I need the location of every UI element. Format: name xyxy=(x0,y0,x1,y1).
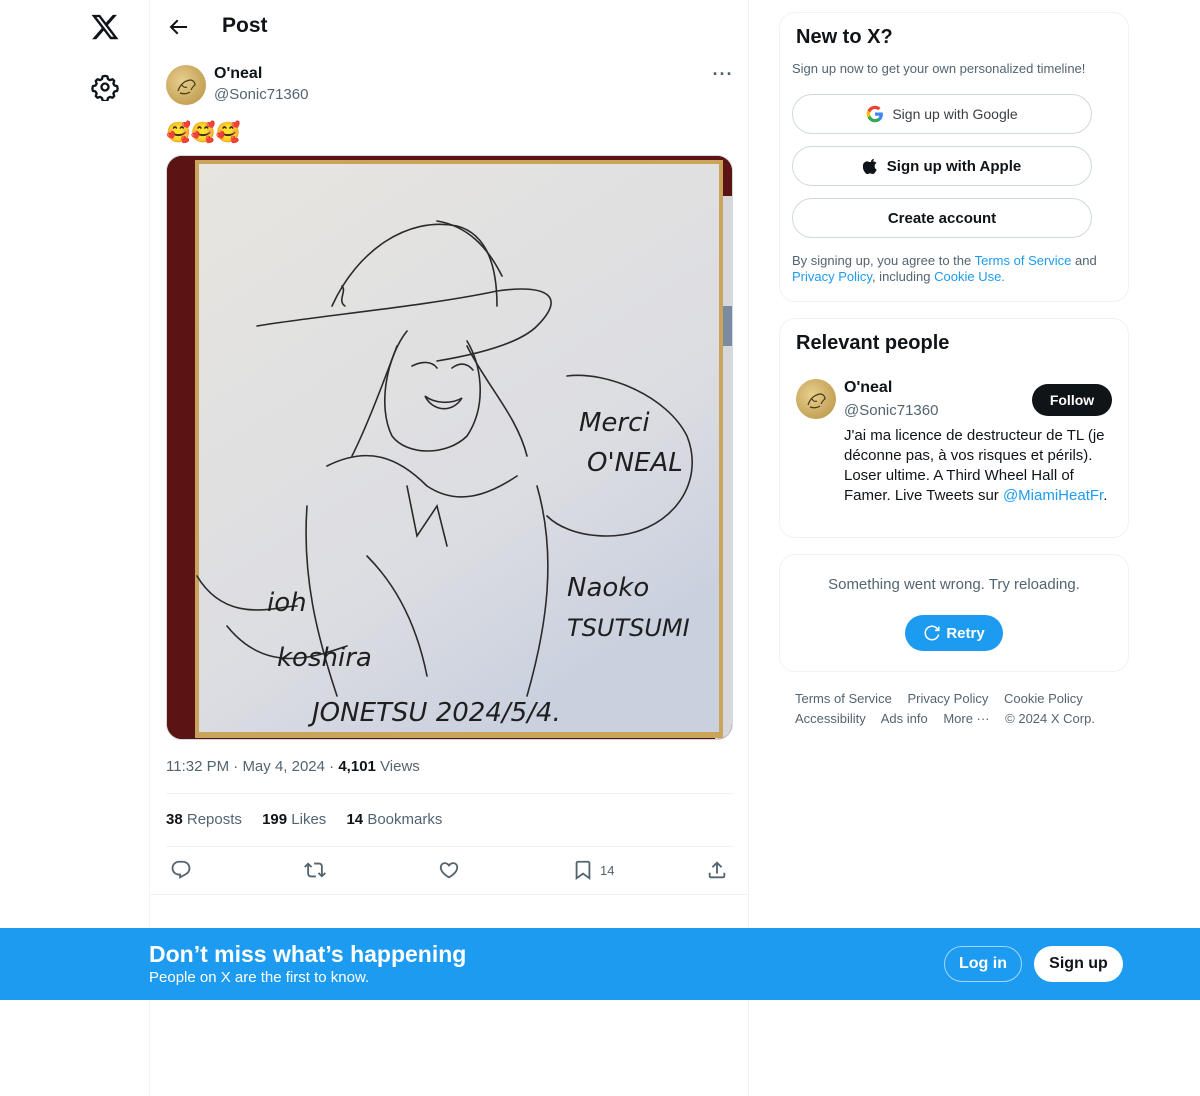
reposts-count: 38 xyxy=(166,811,183,828)
banner-title: Don’t miss what’s happening xyxy=(149,941,467,967)
repost-button[interactable] xyxy=(304,858,326,882)
divider xyxy=(150,894,749,895)
bookmark-action-count: 14 xyxy=(600,862,615,878)
signup-legal-text: By signing up, you agree to the Terms of… xyxy=(792,253,1118,285)
google-logo-icon xyxy=(867,105,884,123)
post-time[interactable]: 11:32 PM xyxy=(166,758,229,775)
person-name[interactable]: O'neal xyxy=(844,379,892,397)
footer-privacy-link[interactable]: Privacy Policy xyxy=(907,691,988,706)
retry-label: Retry xyxy=(946,624,985,642)
views-count: 4,101 xyxy=(338,758,376,775)
footer-more-link[interactable]: More ··· xyxy=(943,711,989,726)
privacy-link[interactable]: Privacy Policy xyxy=(792,269,872,284)
footer-copyright: © 2024 X Corp. xyxy=(1005,711,1095,726)
signup-card-title: New to X? xyxy=(796,26,893,48)
repost-icon xyxy=(304,862,326,878)
post-stats: 38 Reposts 199 Likes 14 Bookmarks xyxy=(166,811,458,828)
share-icon xyxy=(708,861,726,879)
create-account-button[interactable]: Create account xyxy=(792,198,1092,238)
google-signup-button[interactable]: Sign up with Google xyxy=(792,94,1092,134)
sketch-text-ioh: ioh xyxy=(267,588,307,618)
reposts-label: Reposts xyxy=(186,811,242,828)
person-handle[interactable]: @Sonic71360 xyxy=(844,402,938,419)
sketch-text-tsutsumi: TSUTSUMI xyxy=(567,614,690,642)
signup-card: New to X? Sign up now to get your own pe… xyxy=(779,12,1129,302)
person-bio: J'ai ma licence de destructeur de TL (je… xyxy=(844,426,1112,506)
reply-button[interactable] xyxy=(170,858,192,882)
divider xyxy=(166,846,733,847)
banner-subtitle: People on X are the first to know. xyxy=(149,969,370,986)
post-date[interactable]: May 4, 2024 xyxy=(242,758,325,775)
terms-link[interactable]: Terms of Service xyxy=(975,253,1072,268)
author-handle[interactable]: @Sonic71360 xyxy=(214,86,308,103)
bookmarks-stat[interactable]: 14 Bookmarks xyxy=(346,811,442,828)
sidebar-footer: Terms of Service Privacy Policy Cookie P… xyxy=(795,689,1125,729)
legal-including: , including xyxy=(871,269,935,284)
bookmarks-count: 14 xyxy=(346,811,364,828)
likes-label: Likes xyxy=(291,811,327,828)
meta-separator: · xyxy=(329,758,339,775)
post-header: Post xyxy=(150,0,749,54)
x-logo-icon[interactable] xyxy=(90,12,120,42)
back-arrow-icon[interactable] xyxy=(166,15,190,39)
post-meta: 11:32 PM · May 4, 2024 · 4,101 Views xyxy=(166,758,420,775)
settings-gear-icon[interactable] xyxy=(91,73,119,101)
refresh-icon xyxy=(924,625,940,641)
post-media-image[interactable]: Merci O'NEAL Naoko TSUTSUMI ioh koshira … xyxy=(166,155,733,740)
bottom-signup-banner: Don’t miss what’s happening People on X … xyxy=(0,928,1200,1000)
shikishi-sketch-image: Merci O'NEAL Naoko TSUTSUMI ioh koshira … xyxy=(167,156,732,739)
page-title: Post xyxy=(222,14,268,37)
cookie-link[interactable]: Cookie Use. xyxy=(934,269,1005,284)
sketch-text-naoko: Naoko xyxy=(567,573,649,603)
footer-cookie-link[interactable]: Cookie Policy xyxy=(1004,691,1083,706)
signup-button[interactable]: Sign up xyxy=(1034,946,1123,982)
footer-accessibility-link[interactable]: Accessibility xyxy=(795,711,866,726)
bio-mention-link[interactable]: @MiamiHeatFr xyxy=(1003,487,1103,504)
sketch-text-merci: Merci xyxy=(579,408,650,438)
bookmark-button[interactable]: 14 xyxy=(572,858,614,882)
login-button[interactable]: Log in xyxy=(944,946,1022,982)
avatar-sketch-icon xyxy=(807,393,826,409)
sketch-text-koshira: koshira xyxy=(277,643,372,673)
more-options-icon[interactable]: ··· xyxy=(712,64,734,86)
apple-signup-button[interactable]: Sign up with Apple xyxy=(792,146,1092,186)
signup-card-subtitle: Sign up now to get your own personalized… xyxy=(792,61,1086,76)
footer-terms-link[interactable]: Terms of Service xyxy=(795,691,892,706)
bookmark-icon xyxy=(575,860,591,881)
likes-stat[interactable]: 199 Likes xyxy=(262,811,326,828)
post-actions: 14 xyxy=(166,858,733,884)
apple-signup-label: Sign up with Apple xyxy=(886,157,1022,175)
heart-icon xyxy=(439,862,459,879)
views-label: Views xyxy=(380,758,420,775)
legal-and: and xyxy=(1071,253,1097,268)
like-button[interactable] xyxy=(438,858,460,882)
post-text: 🥰🥰🥰 xyxy=(166,122,241,144)
sketch-text-jonetsu: JONETSU 2024/5/4. xyxy=(307,698,561,728)
share-button[interactable] xyxy=(706,858,728,882)
relevant-people-card: Relevant people O'neal @Sonic71360 Follo… xyxy=(779,318,1129,538)
error-message: Something went wrong. Try reloading. xyxy=(828,576,1080,593)
divider xyxy=(166,793,733,794)
likes-count: 199 xyxy=(262,811,288,828)
author-avatar[interactable] xyxy=(166,65,206,105)
avatar-sketch-icon xyxy=(177,79,196,95)
google-signup-label: Sign up with Google xyxy=(892,106,1018,122)
follow-button[interactable]: Follow xyxy=(1032,384,1112,416)
footer-ads-link[interactable]: Ads info xyxy=(881,711,928,726)
error-card: Something went wrong. Try reloading. Ret… xyxy=(779,554,1129,672)
apple-logo-icon xyxy=(862,158,877,175)
create-account-label: Create account xyxy=(887,209,997,227)
person-avatar[interactable] xyxy=(796,379,836,419)
bio-end: . xyxy=(1103,487,1108,504)
sketch-text-oneal: O'NEAL xyxy=(587,448,683,478)
reposts-stat[interactable]: 38 Reposts xyxy=(166,811,242,828)
legal-prefix: By signing up, you agree to the xyxy=(792,253,975,268)
bookmarks-label: Bookmarks xyxy=(367,811,443,828)
retry-button[interactable]: Retry xyxy=(905,615,1003,651)
relevant-people-title: Relevant people xyxy=(796,332,950,354)
author-name[interactable]: O'neal xyxy=(214,65,262,83)
reply-icon xyxy=(171,860,191,879)
